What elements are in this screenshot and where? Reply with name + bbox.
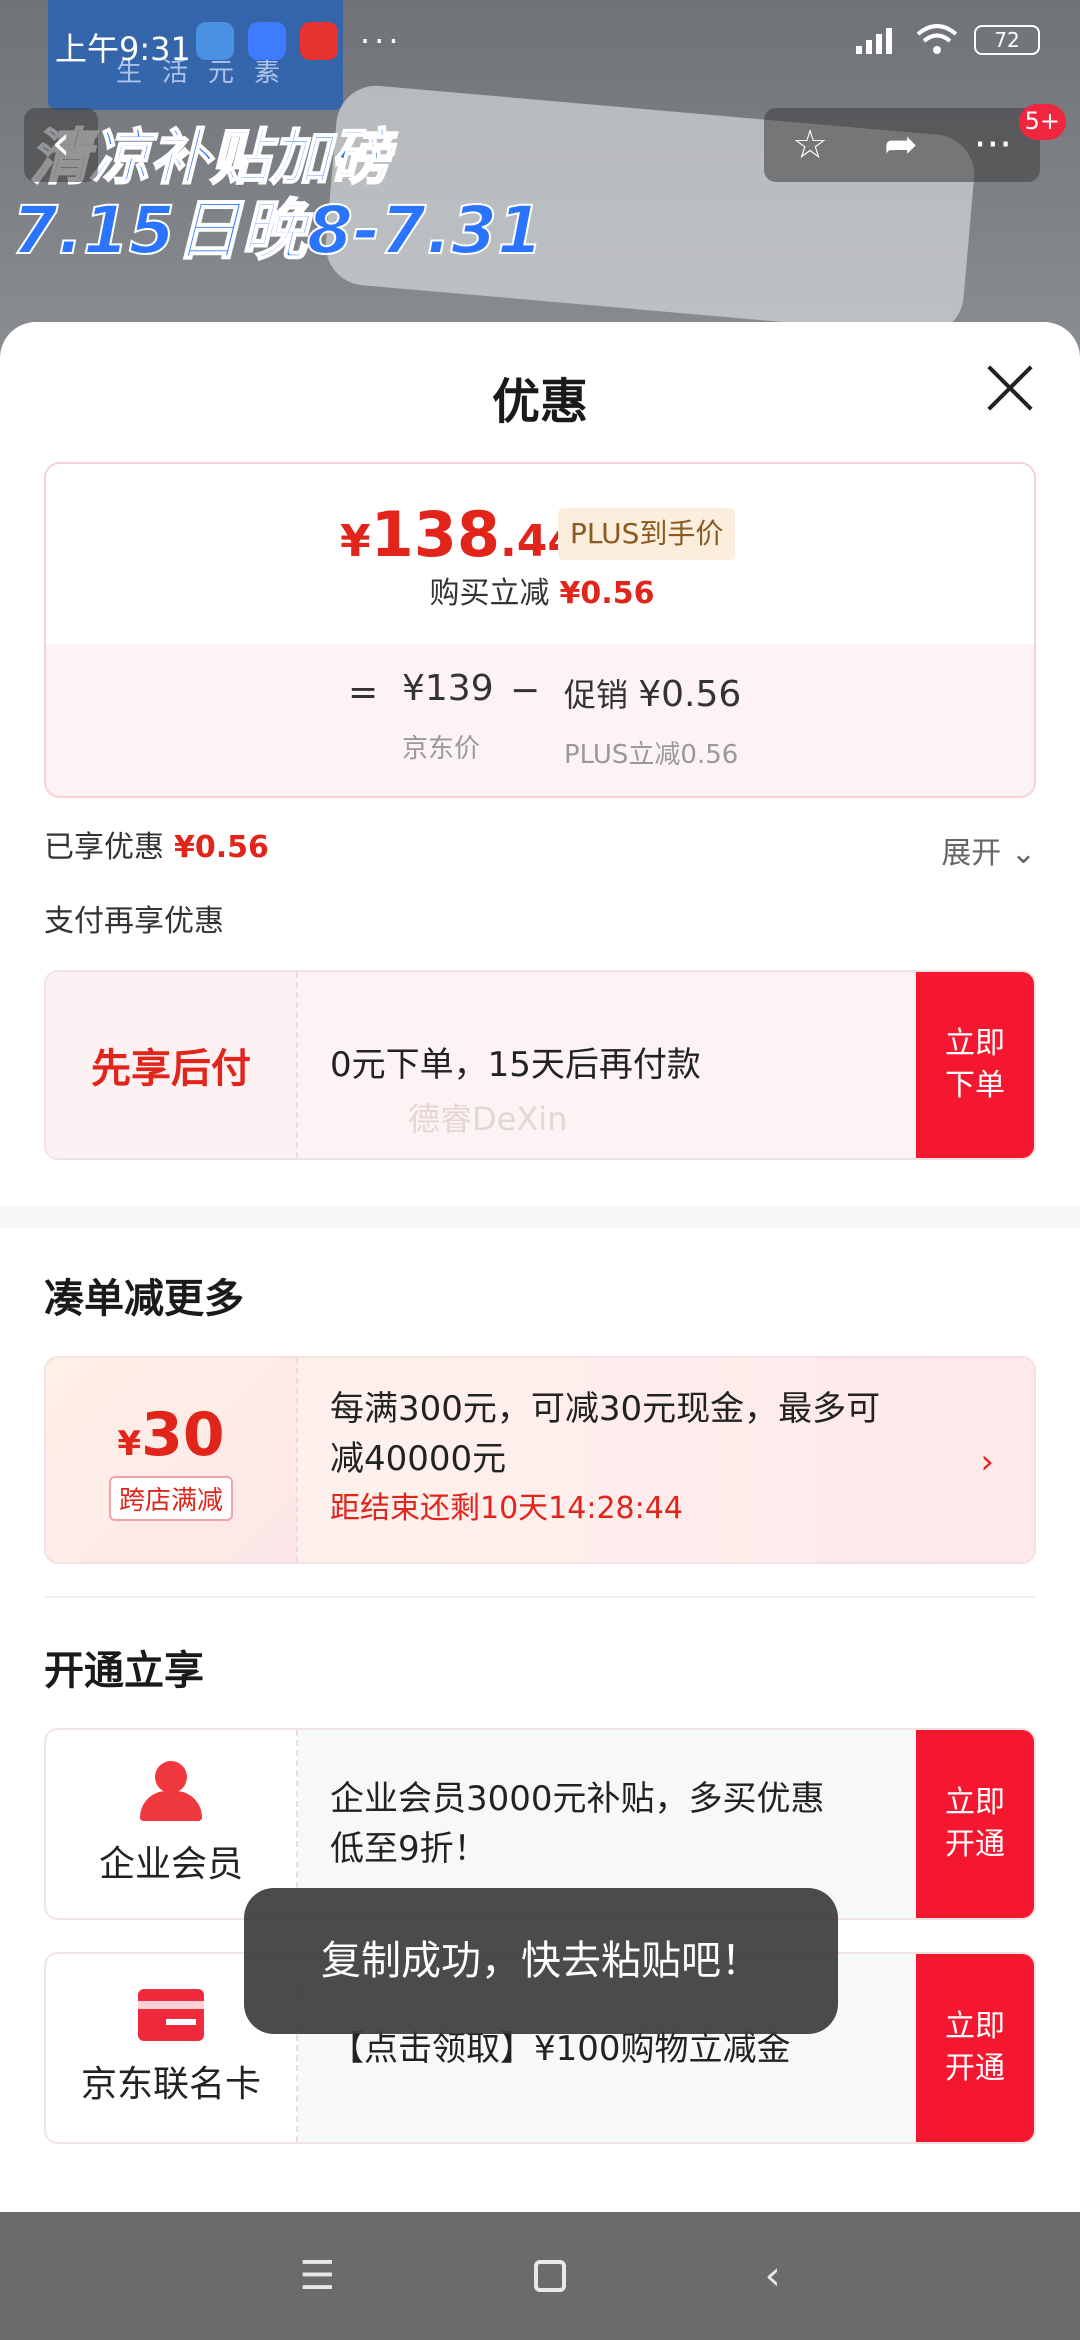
card-icon bbox=[138, 1989, 204, 2041]
order-now-button[interactable]: 立即 下单 bbox=[916, 972, 1034, 1158]
instant-discount-line: 购买立减 ¥0.56 bbox=[429, 576, 655, 611]
weibo-app-icon bbox=[300, 22, 338, 60]
open-jd-card-button[interactable]: 立即 开通 bbox=[916, 1954, 1034, 2142]
cross-discount-amount: ¥30 bbox=[117, 1399, 225, 1470]
cross-desc: 每满300元，可减30元现金，最多可 减40000元 距结束还剩10天14:28… bbox=[330, 1384, 880, 1534]
signal-icon bbox=[856, 28, 892, 54]
price-summary: ¥138.44 PLUS到手价 购买立减 ¥0.56 bbox=[46, 464, 1034, 644]
close-icon[interactable] bbox=[986, 364, 1034, 412]
jd-card-label: 京东联名卡 bbox=[80, 2064, 261, 2105]
plus-price-tag: PLUS到手价 bbox=[558, 508, 736, 560]
divider bbox=[44, 1596, 1036, 1598]
chevron-down-icon: ⌄ bbox=[1010, 836, 1036, 871]
copy-success-toast: 复制成功，快去粘贴吧！ bbox=[244, 1888, 838, 2034]
message-badge: 5+ bbox=[1018, 104, 1066, 140]
share-icon[interactable]: ➦ bbox=[884, 122, 918, 168]
person-icon bbox=[138, 1761, 204, 1821]
cross-store-section-title: 凑单减更多 bbox=[44, 1276, 244, 1322]
menu-icon[interactable]: ☰ bbox=[299, 2253, 335, 2299]
member-desc: 企业会员3000元补贴，多买优惠 低至9折！ bbox=[330, 1779, 825, 1869]
more-notifications-icon: ··· bbox=[360, 22, 403, 60]
back-icon: ‹ bbox=[51, 115, 71, 171]
status-time: 上午9:31 bbox=[55, 30, 191, 68]
promo-discount: 促销 ¥0.56 bbox=[564, 674, 742, 715]
wifi-icon bbox=[916, 24, 958, 54]
status-indicators: 72 bbox=[852, 24, 1040, 56]
battery-icon: 72 bbox=[974, 25, 1040, 55]
member-label: 企业会员 bbox=[98, 1844, 243, 1885]
open-enjoy-section-title: 开通立享 bbox=[44, 1648, 204, 1694]
back-button[interactable]: ‹ bbox=[24, 108, 98, 182]
enjoyed-discount: 已享优惠 ¥0.56 bbox=[44, 830, 269, 865]
chevron-right-icon: › bbox=[980, 1442, 994, 1482]
star-icon[interactable]: ☆ bbox=[792, 122, 828, 168]
system-nav-bar: ☰ ‹ bbox=[0, 2212, 1080, 2340]
bnpl-desc: 0元下单，15天后再付款 bbox=[330, 1045, 701, 1085]
bnpl-title: 先享后付 bbox=[91, 1046, 251, 1092]
status-bar: 上午9:31 ··· 72 bbox=[0, 0, 1080, 90]
price-breakdown: = ¥139 京东价 − 促销 ¥0.56 PLUS立减0.56 bbox=[46, 644, 1034, 796]
countdown-timer: 距结束还剩10天14:28:44 bbox=[330, 1491, 683, 1526]
jd-price-label: 京东价 bbox=[402, 734, 481, 764]
notification-icons bbox=[196, 22, 338, 60]
watermark: 德睿DeXin bbox=[408, 1100, 568, 1138]
home-icon[interactable] bbox=[533, 2260, 566, 2292]
open-member-button[interactable]: 立即 开通 bbox=[916, 1730, 1034, 1918]
nav-back-icon[interactable]: ‹ bbox=[765, 2253, 781, 2299]
mail-app-icon bbox=[196, 22, 234, 60]
final-price: ¥138.44 bbox=[340, 498, 578, 571]
more-icon[interactable]: ··· bbox=[974, 122, 1012, 168]
cross-store-offer-card[interactable]: ¥30 跨店满减 每满300元，可减30元现金，最多可 减40000元 距结束还… bbox=[44, 1356, 1036, 1564]
cross-store-tag: 跨店满减 bbox=[108, 1475, 233, 1521]
promo-discount-label: PLUS立减0.56 bbox=[564, 740, 739, 770]
price-card: ¥138.44 PLUS到手价 购买立减 ¥0.56 = ¥139 京东价 − 促… bbox=[44, 462, 1036, 798]
baidu-app-icon bbox=[248, 22, 286, 60]
pay-more-label: 支付再享优惠 bbox=[44, 904, 224, 939]
expand-button[interactable]: 展开 ⌄ bbox=[941, 828, 1036, 872]
jd-price: ¥139 bbox=[402, 668, 494, 709]
top-actions: ☆ ➦ ··· bbox=[764, 108, 1040, 182]
sheet-title: 优惠 bbox=[491, 374, 588, 430]
section-divider bbox=[0, 1206, 1080, 1228]
